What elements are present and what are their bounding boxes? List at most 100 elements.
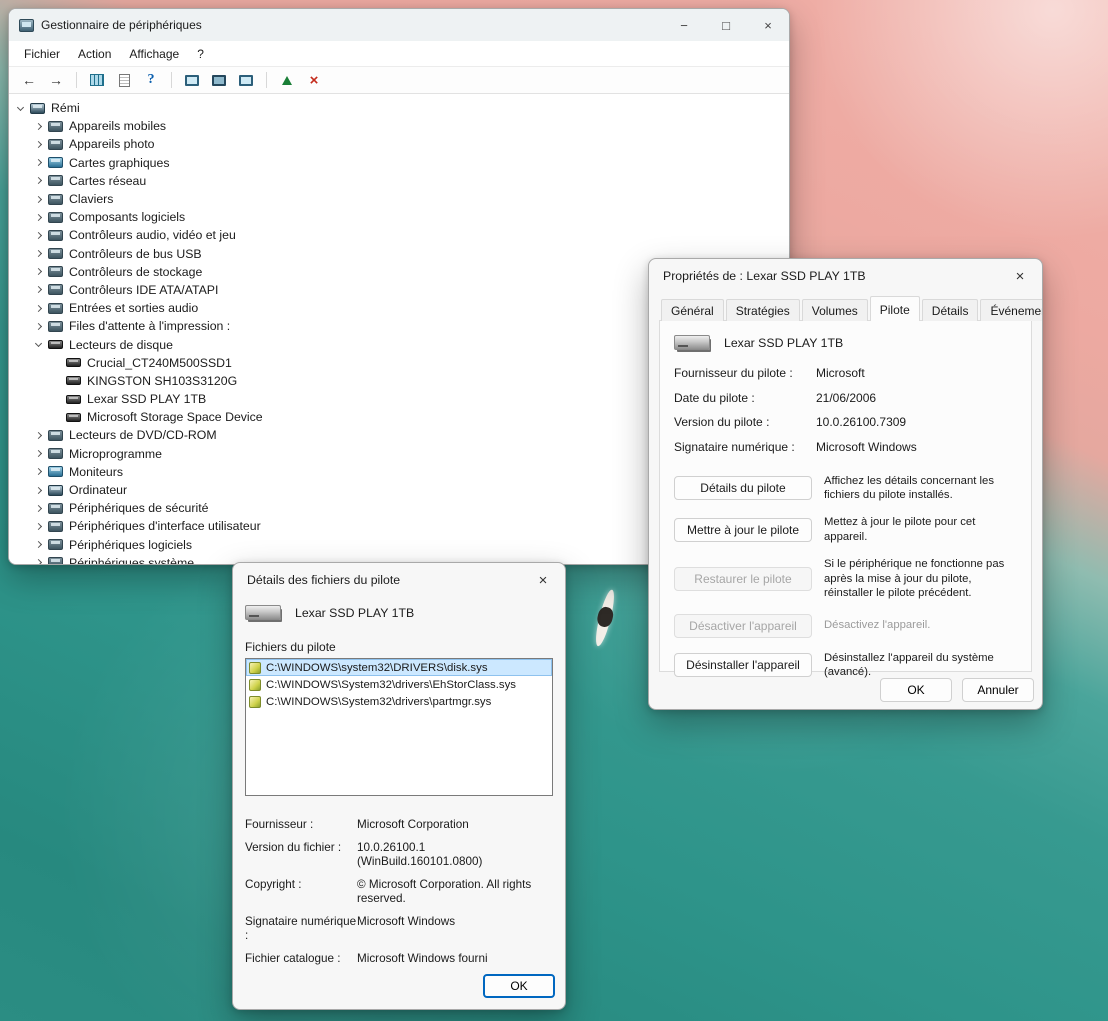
tree-item[interactable]: Appareils mobiles <box>9 117 789 135</box>
driver-file-path: C:\WINDOWS\System32\drivers\EhStorClass.… <box>266 679 516 691</box>
tree-item-label: Cartes graphiques <box>69 156 169 170</box>
disk-drive-icon <box>66 376 81 385</box>
tree-item-label: Périphériques système <box>69 556 194 565</box>
chevron-right-icon[interactable] <box>31 324 48 329</box>
security-device-icon <box>48 503 63 514</box>
back-icon[interactable]: ← <box>19 70 39 90</box>
driver-files-listbox[interactable]: C:\WINDOWS\system32\DRIVERS\disk.sys C:\W… <box>245 658 553 796</box>
toolbar-separator <box>266 72 267 88</box>
properties-icon[interactable] <box>114 70 134 90</box>
firmware-icon <box>48 448 63 459</box>
tree-item-label: Cartes réseau <box>69 174 146 188</box>
update-driver-icon[interactable] <box>277 70 297 90</box>
chevron-right-icon[interactable] <box>31 160 48 165</box>
chevron-right-icon[interactable] <box>31 233 48 238</box>
ok-button[interactable]: OK <box>880 678 952 702</box>
chevron-right-icon[interactable] <box>31 269 48 274</box>
tree-item[interactable]: Contrôleurs audio, vidéo et jeu <box>9 226 789 244</box>
chevron-down-icon[interactable] <box>31 343 48 346</box>
software-device-icon <box>48 539 63 550</box>
chevron-right-icon[interactable] <box>31 542 48 547</box>
mobile-device-icon <box>48 121 63 132</box>
chevron-right-icon[interactable] <box>31 215 48 220</box>
tree-item[interactable]: Rémi <box>9 99 789 117</box>
tree-item-label: Lecteurs de DVD/CD-ROM <box>69 428 217 442</box>
tree-item-label: Files d'attente à l'impression : <box>69 319 230 333</box>
disk-drive-icon <box>66 395 81 404</box>
ok-button[interactable]: OK <box>483 974 555 998</box>
tab-stratgies[interactable]: Stratégies <box>726 299 800 321</box>
field-value: © Microsoft Corporation. All rights rese… <box>357 878 553 906</box>
remote-computer-icon[interactable] <box>236 70 256 90</box>
chevron-right-icon[interactable] <box>31 306 48 311</box>
devices-by-type-icon[interactable] <box>209 70 229 90</box>
chevron-right-icon[interactable] <box>31 451 48 456</box>
menu-affichage[interactable]: Affichage <box>120 43 188 65</box>
chevron-right-icon[interactable] <box>31 178 48 183</box>
forward-icon[interactable]: → <box>46 70 66 90</box>
chevron-down-icon[interactable] <box>13 107 30 110</box>
menu-fichier[interactable]: Fichier <box>15 43 69 65</box>
menu-action[interactable]: Action <box>69 43 120 65</box>
tab-dtails[interactable]: Détails <box>922 299 979 321</box>
display-adapter-icon <box>48 157 63 168</box>
chevron-right-icon[interactable] <box>31 142 48 147</box>
driver-file-row[interactable]: C:\WINDOWS\System32\drivers\partmgr.sys <box>246 693 552 710</box>
console-tree-icon[interactable] <box>87 70 107 90</box>
disk-drive-icon <box>66 358 81 367</box>
chevron-right-icon[interactable] <box>31 488 48 493</box>
network-adapter-icon <box>48 175 63 186</box>
détails-du-pilote-button[interactable]: Détails du pilote <box>674 476 812 500</box>
usb-controller-icon <box>48 248 63 259</box>
tree-item[interactable]: Appareils photo <box>9 135 789 153</box>
field-value: Microsoft Windows fourni <box>357 952 553 966</box>
print-queue-icon <box>48 321 63 332</box>
chevron-right-icon[interactable] <box>31 251 48 256</box>
device-manager-app-icon <box>19 19 34 32</box>
minimize-button[interactable]: − <box>663 9 705 41</box>
chevron-right-icon[interactable] <box>31 524 48 529</box>
tree-item[interactable]: Claviers <box>9 190 789 208</box>
tab-pilote[interactable]: Pilote <box>870 296 920 321</box>
désactiver-l-appareil-button: Désactiver l'appareil <box>674 614 812 638</box>
chevron-right-icon[interactable] <box>31 124 48 129</box>
computer-icon <box>48 485 63 496</box>
chevron-right-icon[interactable] <box>31 287 48 292</box>
help-icon[interactable]: ? <box>141 70 161 90</box>
chevron-right-icon[interactable] <box>31 560 48 565</box>
chevron-right-icon[interactable] <box>31 469 48 474</box>
keyboard-icon <box>48 194 63 205</box>
menubar: FichierActionAffichage? <box>9 41 789 67</box>
driver-actions: Détails du piloteAffichez les détails co… <box>674 474 1017 680</box>
action-description: Mettez à jour le pilote pour cet apparei… <box>824 515 1017 544</box>
tree-item[interactable]: Composants logiciels <box>9 208 789 226</box>
désinstaller-l-appareil-button[interactable]: Désinstaller l'appareil <box>674 653 812 677</box>
software-component-icon <box>48 212 63 223</box>
tree-item[interactable]: Cartes graphiques <box>9 154 789 172</box>
close-button[interactable]: × <box>747 9 789 41</box>
tab-volumes[interactable]: Volumes <box>802 299 868 321</box>
chevron-right-icon[interactable] <box>31 433 48 438</box>
tree-item-label: Lexar SSD PLAY 1TB <box>87 392 206 406</box>
tree-item[interactable]: Cartes réseau <box>9 172 789 190</box>
tab-vnements[interactable]: Événements <box>980 299 1043 321</box>
device-manager-titlebar: Gestionnaire de périphériques −□× <box>9 9 789 41</box>
maximize-button[interactable]: □ <box>705 9 747 41</box>
chevron-right-icon[interactable] <box>31 506 48 511</box>
close-icon[interactable]: × <box>998 259 1042 293</box>
menu-aide[interactable]: ? <box>188 43 213 65</box>
field-label: Fournisseur : <box>245 818 357 832</box>
cancel-button[interactable]: Annuler <box>962 678 1034 702</box>
close-icon[interactable]: × <box>521 563 565 597</box>
scan-hardware-icon[interactable] <box>182 70 202 90</box>
mettre-à-jour-le-pilote-button[interactable]: Mettre à jour le pilote <box>674 518 812 542</box>
uninstall-device-icon[interactable]: × <box>304 70 324 90</box>
driver-file-row[interactable]: C:\WINDOWS\system32\DRIVERS\disk.sys <box>246 659 552 676</box>
field-label: Date du pilote : <box>674 391 816 405</box>
window-title: Gestionnaire de périphériques <box>34 18 663 32</box>
driver-file-row[interactable]: C:\WINDOWS\System32\drivers\EhStorClass.… <box>246 676 552 693</box>
disk-drive-icon <box>48 340 63 349</box>
chevron-right-icon[interactable] <box>31 197 48 202</box>
tree-item-label: Appareils photo <box>69 137 154 151</box>
tab-gnral[interactable]: Général <box>661 299 724 321</box>
